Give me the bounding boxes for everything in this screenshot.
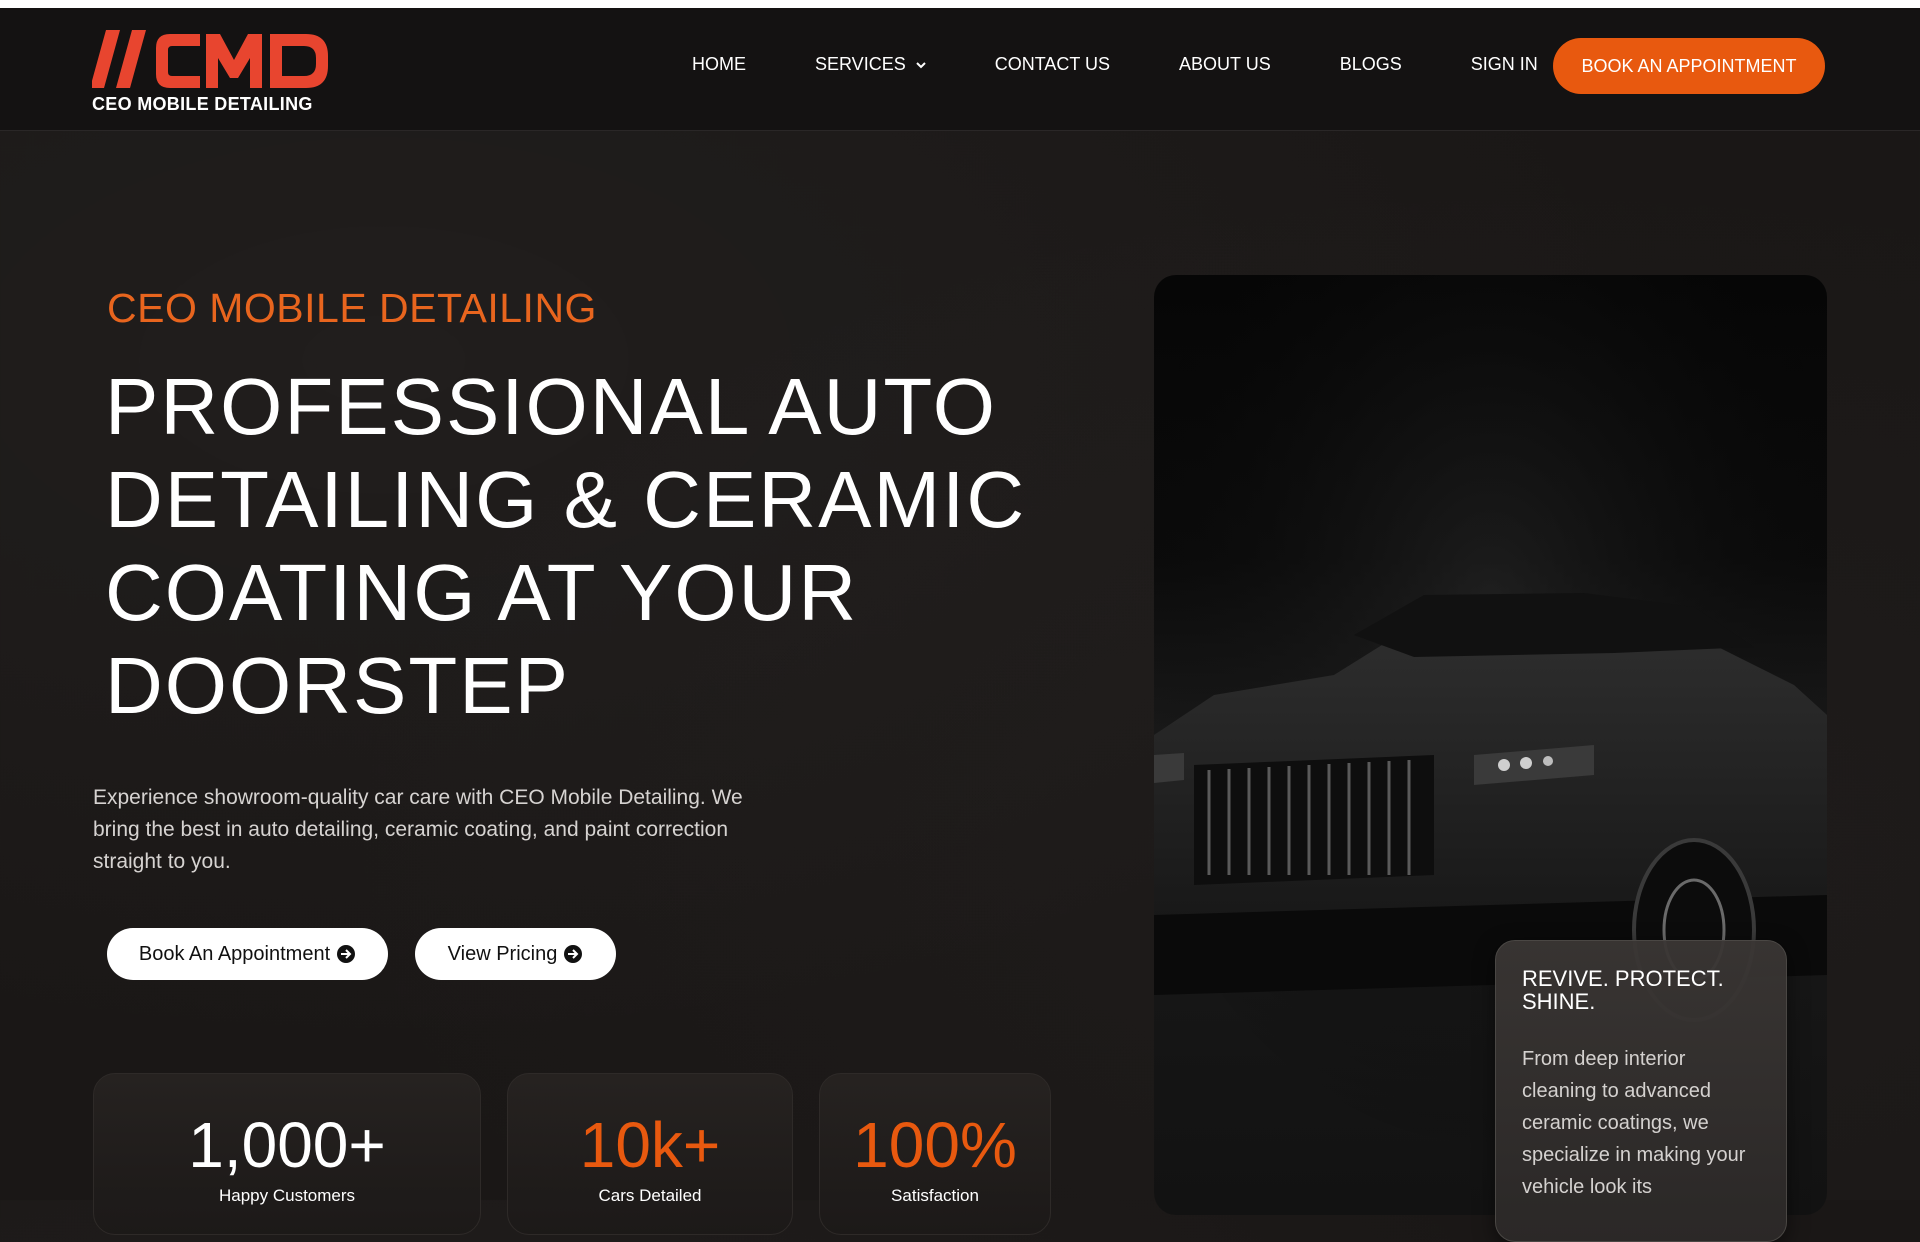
hero-description: Experience showroom-quality car care wit…	[93, 786, 743, 873]
nav-services-label: SERVICES	[815, 54, 906, 74]
nav-blogs[interactable]: BLOGS	[1340, 54, 1402, 75]
headline-line: DETAILING & CERAMIC	[105, 455, 1027, 544]
stat-card-customers: 1,000+ Happy Customers	[93, 1073, 481, 1235]
stat-card-cars: 10k+ Cars Detailed	[507, 1073, 793, 1235]
book-an-appointment-button[interactable]: Book An Appointment	[107, 928, 388, 980]
arrow-circle-right-icon	[564, 945, 583, 963]
nav-services[interactable]: SERVICES	[815, 54, 926, 75]
chevron-down-icon	[915, 61, 926, 68]
stat-value: 1,000+	[188, 1109, 386, 1181]
view-pricing-label: View Pricing	[447, 942, 558, 965]
top-strip	[0, 0, 1920, 8]
hero-eyebrow: CEO MOBILE DETAILING	[107, 285, 597, 331]
info-card-body: From deep interior cleaning to advanced …	[1522, 1048, 1746, 1198]
hero-headline: PROFESSIONAL AUTO DETAILING & CERAMIC CO…	[105, 360, 1085, 732]
logo[interactable]: CEO MOBILE DETAILING	[92, 26, 342, 116]
main-nav: HOME SERVICES CONTACT US ABOUT US BLOGS …	[692, 54, 1607, 75]
info-card: REVIVE. PROTECT. SHINE. From deep interi…	[1495, 940, 1787, 1242]
site-header: CEO MOBILE DETAILING HOME SERVICES CONTA…	[0, 8, 1920, 131]
book-an-appointment-label: Book An Appointment	[138, 942, 331, 965]
view-pricing-button[interactable]: View Pricing	[415, 928, 616, 980]
stat-label: Satisfaction	[891, 1186, 979, 1205]
nav-sign-in[interactable]: SIGN IN	[1471, 54, 1538, 75]
stat-card-satisfaction: 100% Satisfaction	[819, 1073, 1051, 1235]
info-card-title: REVIVE. PROTECT. SHINE.	[1522, 966, 1724, 1014]
stat-label: Cars Detailed	[598, 1186, 702, 1205]
cmd-logo-mark	[92, 30, 328, 88]
headline-line: DOORSTEP	[105, 641, 570, 730]
nav-about-us[interactable]: ABOUT US	[1179, 54, 1271, 75]
headline-line: PROFESSIONAL AUTO	[105, 362, 998, 451]
nav-home[interactable]: HOME	[692, 54, 746, 75]
book-appointment-button[interactable]: BOOK AN APPOINTMENT	[1553, 38, 1825, 94]
stat-value: 100%	[853, 1109, 1017, 1181]
stat-value: 10k+	[579, 1109, 721, 1181]
logo-text: CEO MOBILE DETAILING	[92, 94, 313, 114]
stat-label: Happy Customers	[218, 1186, 356, 1205]
nav-contact-us[interactable]: CONTACT US	[995, 54, 1110, 75]
arrow-circle-right-icon	[337, 945, 356, 963]
headline-line: COATING AT YOUR	[105, 548, 859, 637]
